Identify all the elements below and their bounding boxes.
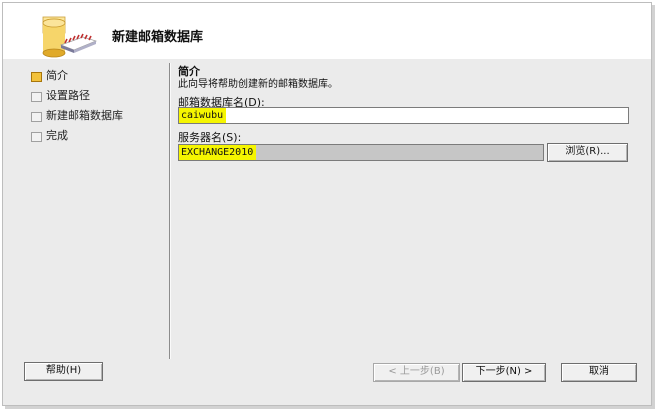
- cancel-button[interactable]: 取消: [561, 363, 637, 382]
- nav-step-label: 简介: [46, 69, 68, 82]
- intro-text: 此向导将帮助创建新的邮箱数据库。: [178, 79, 338, 90]
- step-marker-icon: [31, 112, 42, 122]
- wizard-title: 新建邮箱数据库: [112, 30, 204, 45]
- next-button[interactable]: 下一步(N) >: [462, 363, 546, 382]
- wizard-window: 新建邮箱数据库 简介 设置路径 新建邮箱数据库 完成 简介 此向导将帮助创建新的…: [2, 2, 652, 406]
- step-marker-icon: [31, 92, 42, 102]
- nav-step-label: 新建邮箱数据库: [46, 109, 123, 122]
- db-name-value: caiwubu: [179, 108, 227, 123]
- wizard-header: 新建邮箱数据库: [3, 3, 651, 59]
- nav-step-label: 设置路径: [46, 89, 90, 102]
- server-name-value: EXCHANGE2010: [179, 145, 257, 160]
- server-name-input: EXCHANGE2010: [178, 144, 544, 161]
- db-name-input[interactable]: caiwubu: [178, 107, 629, 124]
- browse-button[interactable]: 浏览(R)...: [547, 143, 628, 162]
- back-button[interactable]: < 上一步(B): [373, 363, 460, 382]
- nav-step-label: 完成: [46, 129, 68, 142]
- step-marker-icon: [31, 132, 42, 142]
- help-button[interactable]: 帮助(H): [24, 362, 103, 381]
- database-wizard-icon: [42, 16, 98, 58]
- step-active-marker-icon: [31, 72, 42, 82]
- server-name-label: 服务器名(S):: [178, 131, 242, 144]
- vertical-divider: [169, 63, 171, 359]
